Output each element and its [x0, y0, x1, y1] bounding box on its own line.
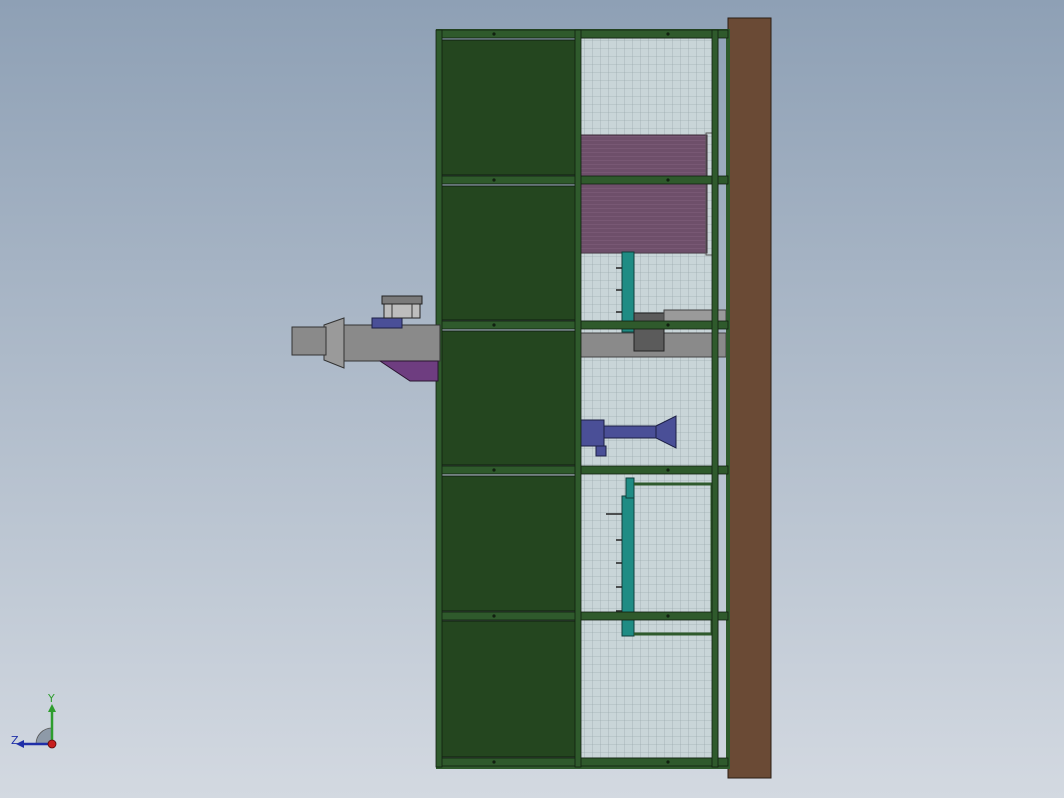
blower-foot: [595, 445, 607, 457]
side-panel[interactable]: [440, 39, 578, 176]
side-panel[interactable]: [440, 475, 578, 612]
base-plate[interactable]: [727, 17, 772, 779]
chute-support: [371, 317, 403, 329]
chute-flare: [323, 317, 345, 369]
side-panels: [440, 39, 578, 758]
y-axis-arrow: [48, 704, 56, 712]
side-panel[interactable]: [440, 620, 578, 758]
chute-inlet: [291, 326, 327, 356]
spool-wheel: [381, 295, 423, 319]
curtain-panel[interactable]: [579, 134, 708, 254]
triad-graphic: [16, 704, 57, 749]
axis-triad: Y Z: [8, 692, 68, 758]
origin-dot: [47, 739, 57, 749]
z-axis-label: Z: [11, 734, 19, 747]
y-axis-label: Y: [48, 692, 55, 705]
side-panel[interactable]: [440, 330, 578, 466]
blower-tube: [603, 425, 657, 439]
side-panel[interactable]: [440, 185, 578, 321]
lower-conveyor-head: [625, 477, 635, 499]
upper-conveyor[interactable]: [621, 251, 635, 333]
blower-motor[interactable]: [579, 419, 605, 447]
drive-guard[interactable]: [633, 312, 665, 352]
cad-viewport[interactable]: [0, 0, 1064, 798]
chute-body[interactable]: [343, 324, 441, 362]
